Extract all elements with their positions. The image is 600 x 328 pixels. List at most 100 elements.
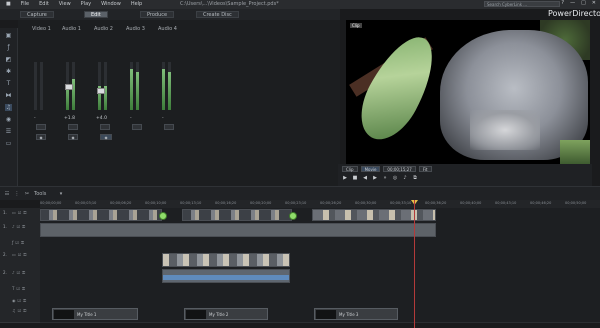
play-icon[interactable]: ▶ xyxy=(342,175,348,181)
particle-icon[interactable]: ✱ xyxy=(5,68,12,75)
subtitle-icon[interactable]: ▭ xyxy=(5,140,12,147)
voice-over-icon[interactable]: ◉ xyxy=(5,116,12,123)
checkbox-icon[interactable]: ☑ xyxy=(18,308,22,313)
menu-help[interactable]: Help xyxy=(131,1,142,7)
volume-fader[interactable] xyxy=(97,88,105,94)
preview-window[interactable]: Clip xyxy=(346,20,590,164)
video-clip[interactable] xyxy=(40,209,162,221)
help-icon[interactable]: ? xyxy=(561,0,564,6)
lock-icon[interactable]: ⚿ xyxy=(22,224,25,229)
lane-video-1[interactable] xyxy=(40,208,600,223)
video-clip[interactable] xyxy=(162,253,290,267)
maximize-icon[interactable]: □ xyxy=(581,0,586,6)
lock-icon[interactable]: ⚿ xyxy=(22,286,25,291)
checkbox-icon[interactable]: ☑ xyxy=(18,298,22,303)
ruler-tick: 00;00;00;00 xyxy=(40,201,62,205)
checkbox-icon[interactable]: ☑ xyxy=(17,270,21,275)
menu-edit[interactable]: Edit xyxy=(39,1,49,7)
keyframe-button[interactable]: ◆ xyxy=(100,134,112,140)
snap-icon[interactable]: ⋮ xyxy=(14,191,20,197)
movie-mode-button[interactable]: Movie xyxy=(360,166,381,172)
next-frame-icon[interactable]: ▶ xyxy=(372,175,378,181)
tab-create-disc[interactable]: Create Disc xyxy=(196,11,239,18)
lane-music[interactable]: My Title 1 My Title 2 My Title 3 xyxy=(40,306,600,323)
transition-icon[interactable]: ⧓ xyxy=(5,92,12,99)
transition-marker[interactable] xyxy=(159,212,167,220)
level-meter xyxy=(168,62,171,110)
pip-icon[interactable]: ◩ xyxy=(5,56,12,63)
lock-icon[interactable]: ⚿ xyxy=(22,270,25,275)
volume-field[interactable] xyxy=(132,124,142,130)
checkbox-icon[interactable]: ☑ xyxy=(18,252,22,257)
lock-icon[interactable]: ⚿ xyxy=(23,308,26,313)
track-header-audio-2[interactable]: 2. ♪ ☑ ⚿ xyxy=(0,268,40,285)
volume-field[interactable] xyxy=(164,124,174,130)
fast-forward-icon[interactable]: » xyxy=(382,175,388,181)
lock-icon[interactable]: ⚿ xyxy=(23,298,26,303)
track-header-audio-1[interactable]: 1. ♪ ☑ ⚿ xyxy=(0,222,40,239)
menu-app[interactable]: ■ xyxy=(6,1,11,7)
track-header-music[interactable]: ♫ ☑ ⚿ xyxy=(0,306,40,323)
previous-frame-icon[interactable]: ◀ xyxy=(362,175,368,181)
volume-icon[interactable]: ♪ xyxy=(402,175,408,181)
media-room-icon[interactable]: ▣ xyxy=(5,32,12,39)
clip-mode-button[interactable]: Clip xyxy=(342,166,358,172)
keyframe-button[interactable]: ◆ xyxy=(68,134,78,140)
title-clip[interactable]: My Title 2 xyxy=(184,308,268,320)
level-meter xyxy=(104,62,107,110)
checkbox-icon[interactable]: ☑ xyxy=(16,286,20,291)
timecode-display[interactable]: 00;00;15;27 xyxy=(383,166,416,172)
track-header-video-2[interactable]: 2. ▭ ☑ ⚿ xyxy=(0,250,40,269)
title-clip[interactable]: My Title 1 xyxy=(52,308,138,320)
title-clip[interactable]: My Title 3 xyxy=(314,308,398,320)
menu-view[interactable]: View xyxy=(59,1,71,7)
audio-mixing-icon[interactable]: ♫ xyxy=(5,104,12,111)
playhead-line[interactable] xyxy=(414,200,415,328)
snapshot-icon[interactable]: ◎ xyxy=(392,175,398,181)
checkbox-icon[interactable]: ☑ xyxy=(18,210,22,215)
minimize-icon[interactable]: — xyxy=(570,0,575,6)
title-thumbnail xyxy=(186,310,206,319)
ruler-tick: 00;00;10;00 xyxy=(145,201,167,205)
video-clip[interactable] xyxy=(182,209,292,221)
lock-icon[interactable]: ⚿ xyxy=(23,210,26,215)
chevron-down-icon[interactable]: ▾ xyxy=(58,191,64,197)
volume-field[interactable] xyxy=(36,124,46,130)
audio-clip[interactable] xyxy=(162,269,290,283)
menu-play[interactable]: Play xyxy=(81,1,91,7)
tab-edit[interactable]: Edit xyxy=(84,11,108,18)
keyframe-button[interactable]: ◆ xyxy=(36,134,46,140)
tab-produce[interactable]: Produce xyxy=(140,11,175,18)
mixer-strip: - ◆ xyxy=(28,50,58,172)
lane-video-2[interactable] xyxy=(40,250,600,269)
tab-capture[interactable]: Capture xyxy=(20,11,54,18)
lock-icon[interactable]: ⚿ xyxy=(23,252,26,257)
stop-icon[interactable]: ■ xyxy=(352,175,358,181)
track-header-video-1[interactable]: 1. ▭ ☑ ⚿ xyxy=(0,208,40,223)
lane-audio-2[interactable] xyxy=(40,268,600,285)
track-manager-icon[interactable]: ☷ xyxy=(4,191,10,197)
search-input[interactable]: Search CyberLink ... xyxy=(484,1,560,7)
transition-marker[interactable] xyxy=(289,212,297,220)
fit-dropdown[interactable]: Fit xyxy=(418,166,432,172)
level-meter xyxy=(136,62,139,110)
lock-icon[interactable]: ⚿ xyxy=(21,240,24,245)
volume-field[interactable] xyxy=(100,124,110,130)
scissors-icon[interactable]: ✂ xyxy=(24,191,30,197)
checkbox-icon[interactable]: ☑ xyxy=(15,240,19,245)
close-icon[interactable]: ✕ xyxy=(592,0,596,6)
menu-window[interactable]: Window xyxy=(101,1,121,7)
lane-audio-1[interactable] xyxy=(40,222,600,239)
volume-fader[interactable] xyxy=(65,84,73,90)
fx-icon[interactable]: ƒ xyxy=(5,44,12,51)
tools-menu[interactable]: Tools xyxy=(34,191,56,197)
title-icon[interactable]: T xyxy=(5,80,12,87)
chapter-icon[interactable]: ☰ xyxy=(5,128,12,135)
checkbox-icon[interactable]: ☑ xyxy=(17,224,21,229)
mixer-strip: +1.8 ◆ xyxy=(60,50,90,172)
audio-clip[interactable] xyxy=(40,223,436,237)
undock-icon[interactable]: ⧉ xyxy=(412,175,418,181)
video-clip[interactable] xyxy=(312,209,436,221)
menu-file[interactable]: File xyxy=(21,1,29,7)
volume-field[interactable] xyxy=(68,124,78,130)
